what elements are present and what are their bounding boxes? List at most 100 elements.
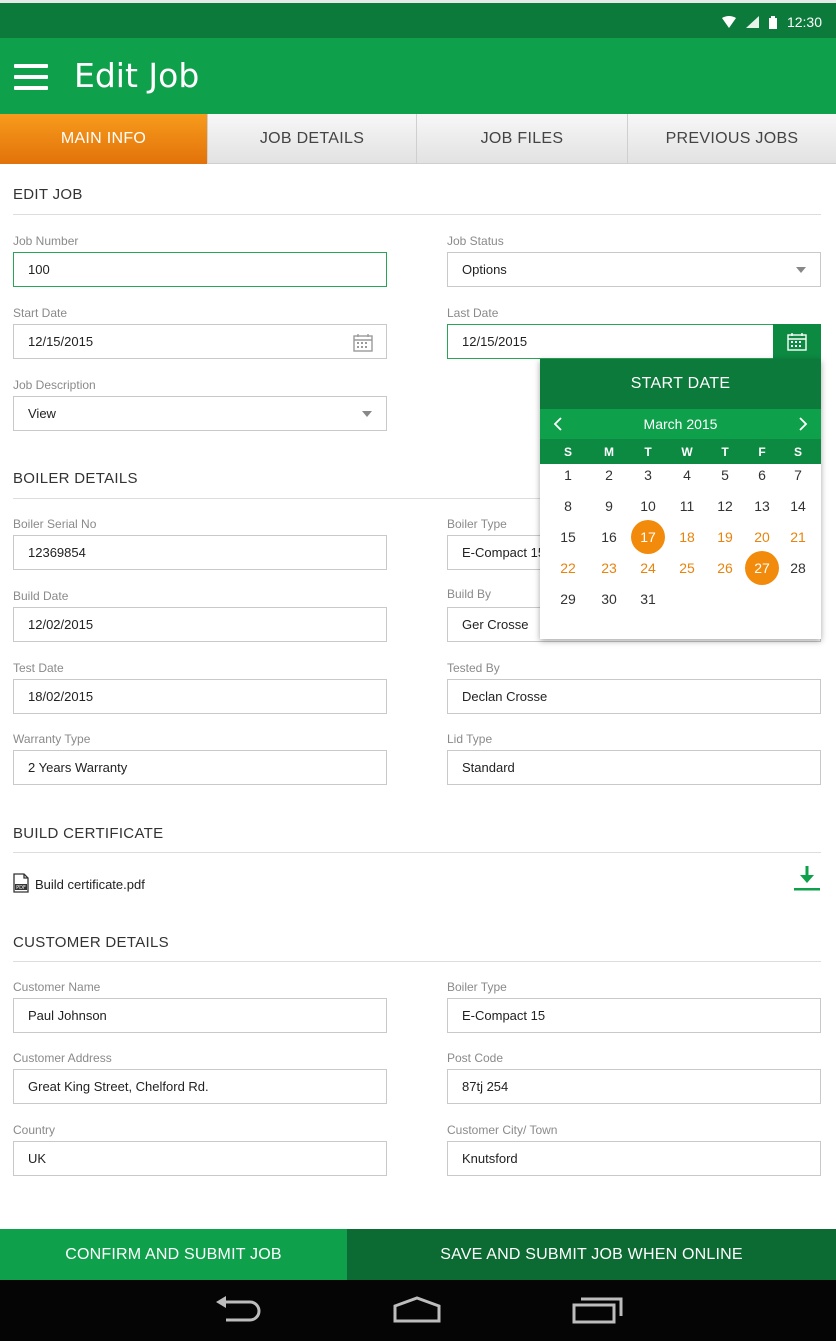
date-picker: START DATE March 2015 SMTWTFS 1234567891…: [540, 359, 821, 639]
page-title: Edit Job: [74, 56, 200, 95]
customer-boiler-type-input[interactable]: E-Compact 15: [447, 998, 821, 1033]
customer-name-input[interactable]: Paul Johnson: [13, 998, 387, 1033]
calendar-day[interactable]: 27: [745, 551, 779, 585]
lid-type-input[interactable]: Standard: [447, 750, 821, 785]
weekday-label: F: [758, 445, 766, 459]
calendar-day[interactable]: 22: [551, 551, 585, 585]
calendar-day[interactable]: 29: [551, 582, 585, 616]
tab-job-details[interactable]: JOB DETAILS: [208, 114, 417, 164]
calendar-day[interactable]: 17: [631, 520, 665, 554]
date-picker-header: START DATE: [540, 359, 821, 409]
calendar-day[interactable]: 3: [631, 458, 665, 492]
boiler-type-label: Boiler Type: [447, 517, 507, 531]
build-date-value: 12/02/2015: [28, 617, 94, 632]
calendar-day[interactable]: 28: [781, 551, 815, 585]
warranty-type-input[interactable]: 2 Years Warranty: [13, 750, 387, 785]
city-input[interactable]: Knutsford: [447, 1141, 821, 1176]
download-icon[interactable]: [793, 864, 821, 897]
status-icons: 12:30: [721, 14, 822, 30]
post-code-input[interactable]: 87tj 254: [447, 1069, 821, 1104]
home-icon[interactable]: [392, 1296, 442, 1329]
test-date-input[interactable]: 18/02/2015: [13, 679, 387, 714]
tested-by-value: Declan Crosse: [462, 689, 548, 704]
calendar-day[interactable]: 19: [708, 520, 742, 554]
customer-details-heading: CUSTOMER DETAILS: [13, 934, 169, 951]
chevron-right-icon[interactable]: [793, 415, 811, 433]
app-bar: Edit Job: [0, 38, 836, 114]
svg-text:PDF: PDF: [16, 885, 26, 891]
date-picker-month: March 2015: [643, 416, 718, 432]
customer-boiler-type-label: Boiler Type: [447, 980, 507, 994]
calendar-day[interactable]: 18: [670, 520, 704, 554]
calendar-day[interactable]: 16: [592, 520, 626, 554]
confirm-submit-button[interactable]: CONFIRM AND SUBMIT JOB: [0, 1229, 347, 1280]
calendar-day[interactable]: 6: [745, 458, 779, 492]
recents-icon[interactable]: [572, 1296, 624, 1329]
battery-icon: [768, 15, 777, 29]
job-status-select[interactable]: Options: [447, 252, 821, 287]
calendar-day[interactable]: 4: [670, 458, 704, 492]
job-status-value: Options: [462, 262, 507, 277]
customer-name-value: Paul Johnson: [28, 1008, 107, 1023]
start-date-input[interactable]: 12/15/2015: [13, 324, 387, 359]
warranty-type-value: 2 Years Warranty: [28, 760, 128, 775]
weekday-label: S: [563, 445, 572, 459]
calendar-day[interactable]: 12: [708, 489, 742, 523]
calendar-day[interactable]: 13: [745, 489, 779, 523]
calendar-day[interactable]: 30: [592, 582, 626, 616]
city-value: Knutsford: [462, 1151, 518, 1166]
last-date-input[interactable]: 12/15/2015: [447, 324, 821, 359]
calendar-day[interactable]: 2: [592, 458, 626, 492]
certificate-file-link[interactable]: Build certificate.pdf: [35, 877, 145, 892]
chevron-down-icon: [796, 267, 806, 273]
calendar-day[interactable]: 14: [781, 489, 815, 523]
city-label: Customer City/ Town: [447, 1123, 558, 1137]
save-submit-online-button[interactable]: SAVE AND SUBMIT JOB WHEN ONLINE: [347, 1229, 836, 1280]
divider: [13, 961, 821, 962]
tab-main-info[interactable]: MAIN INFO: [0, 114, 208, 164]
calendar-day[interactable]: 7: [781, 458, 815, 492]
customer-address-input[interactable]: Great King Street, Chelford Rd.: [13, 1069, 387, 1104]
boiler-serial-input[interactable]: 12369854: [13, 535, 387, 570]
job-number-input[interactable]: 100: [13, 252, 387, 287]
calendar-day[interactable]: 1: [551, 458, 585, 492]
job-number-label: Job Number: [13, 234, 79, 248]
calendar-day[interactable]: 11: [670, 489, 704, 523]
system-nav-bar: [0, 1280, 836, 1341]
calendar-day[interactable]: 15: [551, 520, 585, 554]
calendar-day[interactable]: 9: [592, 489, 626, 523]
tested-by-input[interactable]: Declan Crosse: [447, 679, 821, 714]
tab-job-files[interactable]: JOB FILES: [417, 114, 628, 164]
weekday-label: M: [604, 445, 614, 459]
build-date-input[interactable]: 12/02/2015: [13, 607, 387, 642]
back-icon[interactable]: [214, 1296, 262, 1329]
calendar-day[interactable]: 25: [670, 551, 704, 585]
calendar-day[interactable]: 31: [631, 582, 665, 616]
warranty-type-label: Warranty Type: [13, 732, 91, 746]
job-description-select[interactable]: View: [13, 396, 387, 431]
chevron-left-icon[interactable]: [550, 415, 568, 433]
post-code-label: Post Code: [447, 1051, 504, 1065]
build-by-value: Ger Crosse: [462, 617, 529, 632]
boiler-serial-value: 12369854: [28, 545, 86, 560]
calendar-day[interactable]: 23: [592, 551, 626, 585]
calendar-day[interactable]: 24: [631, 551, 665, 585]
build-by-label: Build By: [447, 587, 492, 601]
menu-icon[interactable]: [14, 64, 48, 90]
tab-previous-jobs[interactable]: PREVIOUS JOBS: [628, 114, 836, 164]
chevron-down-icon: [362, 411, 372, 417]
build-certificate-heading: BUILD CERTIFICATE: [13, 825, 164, 842]
country-input[interactable]: UK: [13, 1141, 387, 1176]
job-description-value: View: [28, 406, 56, 421]
calendar-day[interactable]: 26: [708, 551, 742, 585]
calendar-grid: 1 2 3 4 5 6 7 8 9 10 11 12 13 14 15 16 17 18 19 20 21 22 23 24 2…: [540, 464, 821, 639]
calendar-day[interactable]: 21: [781, 520, 815, 554]
calendar-icon[interactable]: [773, 324, 821, 359]
calendar-icon[interactable]: [353, 333, 373, 355]
calendar-day[interactable]: 10: [631, 489, 665, 523]
weekday-label: S: [793, 445, 802, 459]
calendar-day[interactable]: 8: [551, 489, 585, 523]
calendar-day[interactable]: 20: [745, 520, 779, 554]
calendar-day[interactable]: 5: [708, 458, 742, 492]
lid-type-label: Lid Type: [447, 732, 493, 746]
